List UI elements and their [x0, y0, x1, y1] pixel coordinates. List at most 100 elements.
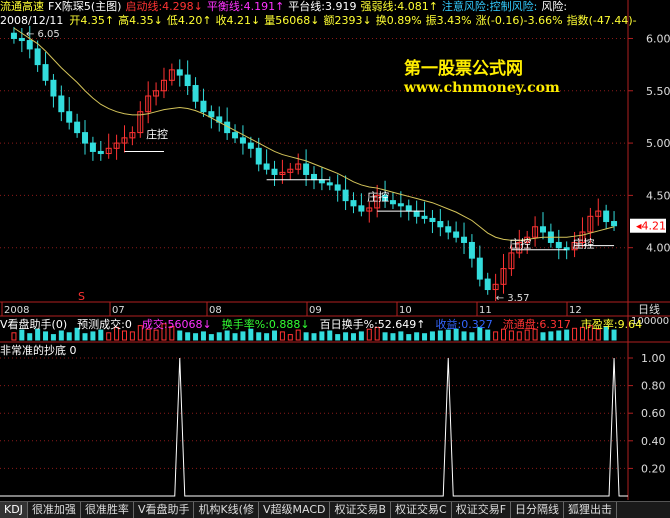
- indicator-value: 风险:: [541, 0, 568, 13]
- volume-bar: [611, 329, 617, 341]
- tab-6[interactable]: V超级MACD: [259, 502, 331, 518]
- volume-bar: [216, 332, 222, 341]
- tab-8[interactable]: 权证交易C: [391, 502, 452, 518]
- control-label: 庄控: [367, 190, 389, 204]
- volume-bar: [193, 333, 199, 341]
- candle-body: [263, 163, 270, 170]
- volume-bar: [153, 329, 159, 341]
- candle-body: [468, 241, 475, 259]
- volume-bar: [429, 331, 435, 341]
- quote-amount: 额2393↓: [323, 14, 372, 27]
- date-tick-label: 08: [209, 305, 222, 316]
- candle-body: [389, 200, 396, 205]
- candle-body: [184, 74, 191, 87]
- quote-summary: 2008/12/11 开4.35↑ 高4.35↓ 低4.20↑ 收4.21↓ 量56068…: [0, 14, 641, 27]
- volume-bar: [548, 331, 554, 341]
- volume-bar: [414, 332, 420, 341]
- candle-body: [453, 231, 460, 238]
- volume-bar: [232, 333, 238, 341]
- candle-body: [74, 121, 81, 134]
- indicator-value: 启动线:4.298↓: [125, 0, 203, 13]
- candle-body: [255, 147, 262, 165]
- tab-10[interactable]: 日分隔线: [511, 502, 565, 518]
- signal-line: [0, 357, 628, 497]
- candle-body: [58, 95, 65, 113]
- candle-body: [66, 111, 73, 123]
- price-tick-label: 4.00: [646, 242, 670, 255]
- indicator-value: 强弱线:4.081↑: [360, 0, 438, 13]
- volume-bar: [422, 333, 428, 341]
- candle-body: [89, 142, 96, 152]
- tab-11[interactable]: 狐狸出击: [564, 502, 618, 518]
- price-tick-label: 6.00: [646, 32, 670, 45]
- volume-bar: [43, 331, 49, 341]
- tab-7[interactable]: 权证交易B: [330, 502, 392, 518]
- volume-bar: [11, 332, 17, 341]
- control-label: 庄控: [572, 237, 594, 251]
- volume-header: V看盘助手(0) 预测成交:0 成交:56068↓ 换手率%:0.888↓ 百日换手%:…: [0, 318, 650, 331]
- tab-9[interactable]: 权证交易F: [452, 502, 512, 518]
- volume-bar: [66, 332, 72, 341]
- volume-bar: [564, 329, 570, 341]
- quote-high: 高4.35↓: [118, 14, 163, 27]
- volume-bar: [295, 329, 301, 341]
- candle-body: [476, 257, 483, 280]
- volume-bar: [493, 331, 499, 341]
- volume-bar: [224, 330, 230, 341]
- tab-2[interactable]: 很准加强: [28, 502, 81, 518]
- quote-date: 2008/12/11: [0, 14, 64, 27]
- candle-body: [208, 111, 215, 118]
- volume-bar: [469, 332, 475, 341]
- candle-body: [82, 132, 89, 144]
- volume-bar: [485, 329, 491, 341]
- indicator-value: 注意风险:控制风险:: [441, 0, 538, 13]
- volume-bar: [303, 332, 309, 341]
- quote-amplitude: 振3.43%: [425, 14, 472, 27]
- sell-marker: S: [78, 290, 85, 303]
- candle-body: [539, 226, 546, 233]
- volume-bar: [461, 331, 467, 341]
- price-tick-label: 5.50: [646, 85, 670, 98]
- candle-body: [326, 182, 333, 186]
- candle-body: [34, 48, 41, 66]
- tab-4[interactable]: V看盘助手: [134, 502, 195, 518]
- date-tick-label: 12: [569, 305, 582, 316]
- volume-bar: [27, 333, 33, 341]
- volume-bar: [58, 330, 64, 341]
- tab-3[interactable]: 很准胜率: [81, 502, 134, 518]
- candle-body: [484, 278, 491, 291]
- tab-5[interactable]: 机构K线(修: [194, 502, 259, 518]
- candle-body: [413, 210, 420, 217]
- volume-stat: 换手率%:0.888↓: [221, 318, 310, 331]
- date-tick-label: 2008: [4, 305, 29, 316]
- quote-change: 涨(-0.16)-3.66%: [475, 14, 563, 27]
- indicator-tick-label: 0.80: [641, 380, 666, 393]
- indicator-tick-label: 1.00: [641, 352, 666, 365]
- indicator-value: 平台线:3.919: [288, 0, 357, 13]
- volume-bar: [279, 331, 285, 341]
- volume-bar: [508, 330, 514, 341]
- candle-body: [232, 132, 239, 139]
- volume-bar: [208, 334, 214, 341]
- volume-bar: [382, 332, 388, 341]
- volume-bar: [445, 329, 451, 341]
- trough-label: ← 3.57: [496, 293, 530, 304]
- volume-stat: 预测成交:0: [77, 318, 132, 331]
- quote-open: 开4.35↑: [69, 14, 115, 27]
- candle-body: [342, 189, 349, 202]
- tab-1[interactable]: KDJ: [0, 502, 28, 518]
- indicator-tick-label: 0.20: [641, 462, 666, 475]
- candle-body: [405, 205, 412, 212]
- candle-body: [26, 40, 33, 50]
- volume-bar: [343, 332, 349, 341]
- candle-body: [445, 226, 452, 233]
- stock-chart-canvas[interactable]: 6.005.505.004.504.00◂4.21← 6.05← 3.57庄控庄…: [0, 0, 670, 517]
- volume-bar: [121, 330, 127, 341]
- date-tick-label: 07: [112, 305, 125, 316]
- candle-body: [603, 210, 610, 223]
- volume-bar: [398, 331, 404, 341]
- volume-title: V看盘助手(0): [0, 318, 68, 331]
- volume-bar: [256, 332, 262, 341]
- quote-volume: 量56068↓: [264, 14, 320, 27]
- candle-body: [421, 215, 428, 219]
